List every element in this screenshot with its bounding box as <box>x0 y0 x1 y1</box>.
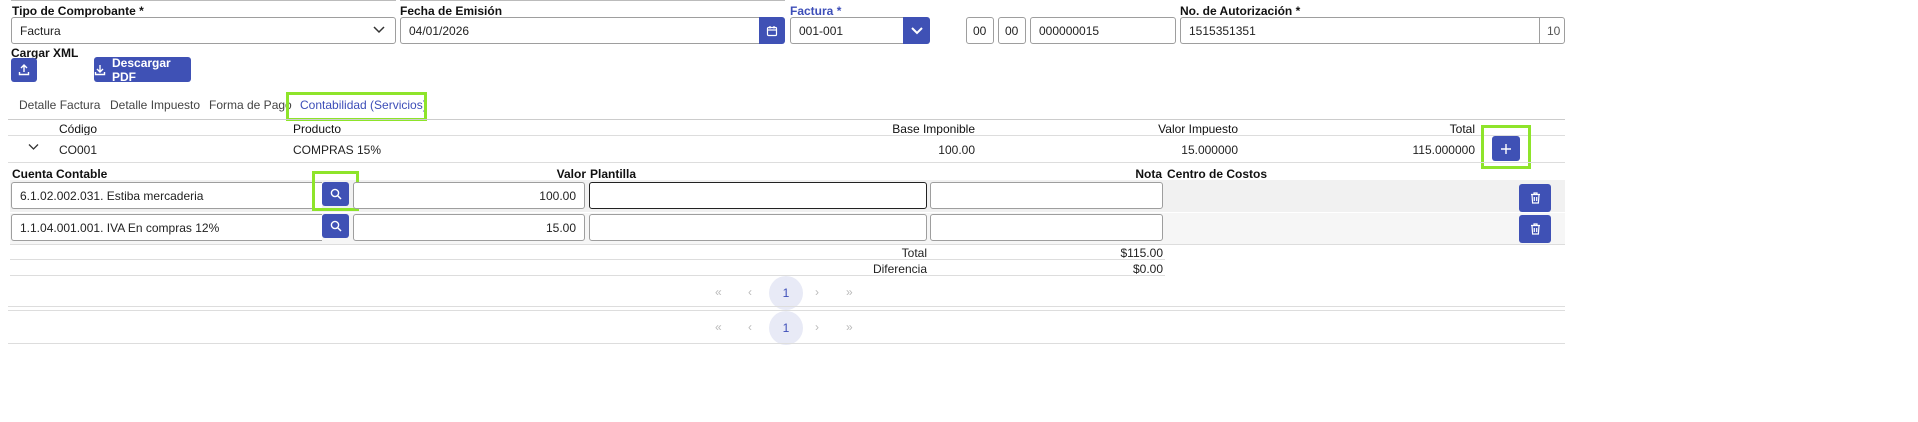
calendar-icon <box>766 25 778 37</box>
tabs-divider <box>8 119 1565 120</box>
row-valor-impuesto: 15.000000 <box>1181 143 1238 157</box>
header-codigo: Código <box>59 122 98 136</box>
required-mark: * <box>836 4 842 18</box>
tab-detalle-impuesto[interactable]: Detalle Impuesto <box>110 98 200 112</box>
tipo-comprobante-value: Factura <box>20 23 61 38</box>
sub-header-centro-costos: Centro de Costos <box>1167 167 1268 181</box>
secuencial-value: 000000015 <box>1039 23 1100 38</box>
row-total: 115.000000 <box>1412 143 1475 157</box>
cuenta-contable-input[interactable]: 1.1.04.001.001. IVA En compras 12% <box>11 214 322 241</box>
valor-input[interactable]: 100.00 <box>353 182 585 209</box>
header-valor-impuesto: Valor Impuesto <box>1158 122 1238 136</box>
prev-page-icon[interactable]: ‹ <box>748 320 752 334</box>
current-page[interactable]: 1 <box>769 311 803 345</box>
secuencial-input[interactable]: 000000015 <box>1030 17 1176 44</box>
sub-header-nota: Nota <box>1135 167 1162 181</box>
next-page-icon[interactable]: › <box>815 320 819 334</box>
first-page-icon[interactable]: « <box>715 320 722 334</box>
cuenta-contable-value: 1.1.04.001.001. IVA En compras 12% <box>20 220 220 235</box>
diferencia-label: Diferencia <box>872 262 927 276</box>
calendar-button[interactable] <box>759 17 785 44</box>
factura-value: 001-001 <box>799 23 844 38</box>
upload-icon <box>18 64 30 76</box>
table-header-divider <box>8 135 1565 136</box>
tipo-comprobante-label: Tipo de Comprobante * <box>12 4 144 18</box>
search-cuenta-button[interactable] <box>322 214 349 238</box>
search-button-highlight <box>312 171 359 211</box>
factura-label: Factura * <box>790 4 841 18</box>
valor-value: 15.00 <box>545 220 576 235</box>
tab-forma-de-pago[interactable]: Forma de Pago <box>209 98 292 112</box>
chevron-down-icon <box>373 25 385 35</box>
factura-select[interactable]: 001-001 <box>790 17 903 44</box>
factura-dropdown-button[interactable] <box>903 17 930 44</box>
totals-divider <box>10 259 1165 260</box>
header-total: Total <box>1449 122 1475 136</box>
totals-divider-2 <box>10 275 1165 276</box>
next-page-icon[interactable]: › <box>815 285 819 299</box>
plantilla-input[interactable] <box>589 214 927 241</box>
serie-1-input[interactable]: 00 <box>966 17 994 44</box>
serie-2-value: 00 <box>1005 23 1019 38</box>
chevron-down-icon[interactable] <box>28 143 39 151</box>
total-label: Total <box>901 246 927 260</box>
serie-2-input[interactable]: 00 <box>998 17 1026 44</box>
autorizacion-suffix-value: 10 <box>1547 23 1561 38</box>
cuenta-contable-value: 6.1.02.002.031. Estiba mercaderia <box>20 188 204 203</box>
download-icon <box>94 64 106 76</box>
tipo-comprobante-select[interactable]: Factura <box>11 17 396 44</box>
fecha-emision-label: Fecha de Emisión <box>400 4 503 18</box>
nota-input[interactable] <box>930 182 1163 209</box>
sub-header-valor: Valor <box>556 167 586 181</box>
row-producto: COMPRAS 15% <box>293 143 382 157</box>
sub-header-plantilla: Plantilla <box>590 167 637 181</box>
header-producto: Producto <box>293 122 342 136</box>
table-row-divider <box>8 162 1565 163</box>
top-divider-2 <box>400 0 785 1</box>
trash-icon <box>1530 223 1541 235</box>
search-icon <box>330 220 342 232</box>
required-mark: * <box>1295 4 1301 18</box>
last-page-icon[interactable]: » <box>846 285 853 299</box>
descargar-pdf-button[interactable]: Descargar PDF <box>94 55 191 84</box>
fecha-emision-value: 04/01/2026 <box>409 23 470 38</box>
diferencia-value: $0.00 <box>1132 262 1163 276</box>
row-codigo: CO001 <box>59 143 98 157</box>
tipo-comprobante-label-text: Tipo de Comprobante <box>12 4 136 18</box>
tab-detalle-factura[interactable]: Detalle Factura <box>19 98 100 112</box>
prev-page-icon[interactable]: ‹ <box>748 285 752 299</box>
delete-row-button[interactable] <box>1519 184 1551 212</box>
last-page-icon[interactable]: » <box>846 320 853 334</box>
plantilla-input[interactable] <box>589 182 927 209</box>
autorizacion-value: 1515351351 <box>1189 23 1256 38</box>
nota-input[interactable] <box>930 214 1163 241</box>
autorizacion-input[interactable]: 1515351351 <box>1180 17 1540 44</box>
valor-value: 100.00 <box>539 188 576 203</box>
total-value: $115.00 <box>1120 246 1164 260</box>
factura-label-text: Factura <box>790 4 834 18</box>
top-divider <box>11 0 396 1</box>
autorizacion-suffix: 10 <box>1539 17 1565 44</box>
delete-row-button[interactable] <box>1519 215 1551 243</box>
outer-pagination-divider <box>8 343 1565 344</box>
sub-header-cuenta: Cuenta Contable <box>12 167 108 181</box>
autorizacion-label: No. de Autorización * <box>1180 4 1300 18</box>
cargar-xml-button[interactable] <box>11 58 37 82</box>
fecha-emision-input[interactable]: 04/01/2026 <box>400 17 759 44</box>
tab-highlight <box>286 92 427 121</box>
serie-1-value: 00 <box>973 23 987 38</box>
descargar-pdf-label: Descargar PDF <box>112 55 171 84</box>
first-page-icon[interactable]: « <box>715 285 722 299</box>
required-mark: * <box>139 4 144 18</box>
valor-input[interactable]: 15.00 <box>353 214 585 241</box>
trash-icon <box>1530 192 1541 204</box>
chevron-down-icon <box>910 26 923 36</box>
autorizacion-label-text: No. de Autorización <box>1180 4 1293 18</box>
header-base-imponible: Base Imponible <box>892 122 975 136</box>
cuenta-contable-input[interactable]: 6.1.02.002.031. Estiba mercaderia <box>11 182 322 209</box>
inner-pagination-divider <box>8 306 1565 307</box>
row-base-imponible: 100.00 <box>938 143 975 157</box>
current-page[interactable]: 1 <box>769 276 803 310</box>
sub-table-divider <box>10 244 1565 245</box>
